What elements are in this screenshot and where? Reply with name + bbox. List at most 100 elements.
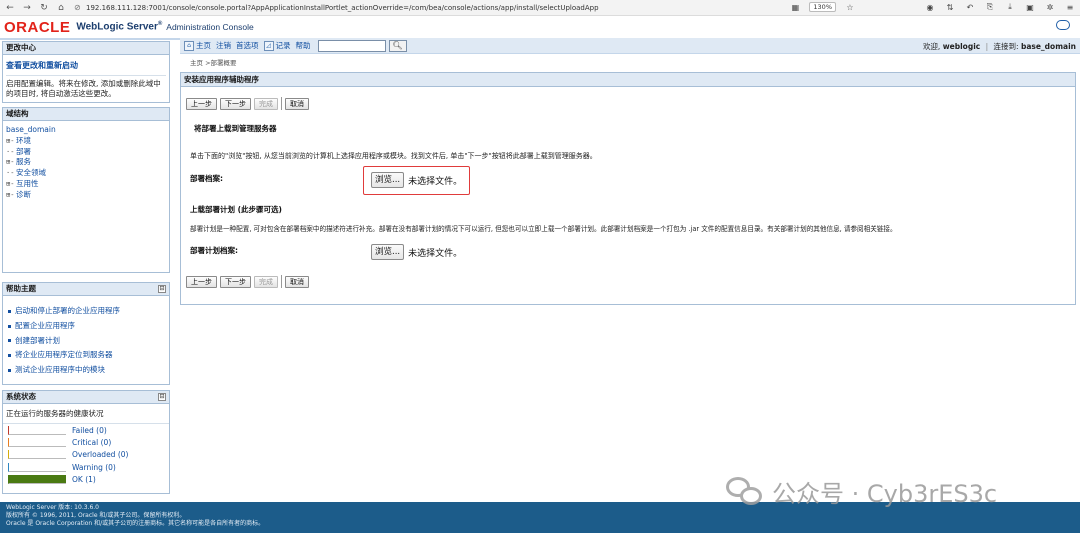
tree-item-label[interactable]: 环境 [16, 136, 31, 147]
tree-branch-icon: ·- [6, 169, 15, 178]
connected-prefix: 连接到: [993, 42, 1019, 51]
plan-description: 部署计划是一种配置, 可对包含在部署档案中的描述符进行补充。部署在没有部署计划的… [190, 225, 897, 233]
cancel-button[interactable]: 取消 [285, 275, 309, 288]
help-link-label[interactable]: 配置企业应用程序 [15, 319, 75, 334]
menu-icon[interactable]: ≡ [1064, 1, 1076, 13]
home-link[interactable]: 主页 [196, 40, 211, 51]
help-link-label[interactable]: 将企业应用程序定位到服务器 [15, 348, 113, 363]
expand-icon[interactable]: ⊞- [6, 157, 16, 168]
next-button[interactable]: 下一步 [220, 275, 251, 288]
tree-root-base-domain[interactable]: base_domain [6, 125, 166, 136]
home-icon[interactable]: ⌂ [54, 1, 68, 15]
assistant-title: 安装应用程序辅助程序 [181, 73, 1075, 87]
product-name: WebLogic Server® [76, 21, 162, 32]
back-button[interactable]: 上一步 [186, 275, 217, 288]
download-icon[interactable]: ⤓ [1004, 1, 1016, 13]
plan-file-input[interactable]: 浏览... 未选择文件。 [371, 244, 462, 260]
tree-item-deployments[interactable]: ·- 部署 [6, 147, 166, 158]
collapse-icon[interactable]: ⊟ [158, 285, 166, 293]
search-button[interactable]: 🔍︎ [388, 39, 407, 52]
health-label[interactable]: Failed (0) [72, 426, 107, 435]
account-icon[interactable]: ◉ [924, 1, 936, 13]
tree-branch-icon: ·- [6, 147, 15, 156]
file-status: 未选择文件。 [408, 248, 463, 259]
cancel-button[interactable]: 取消 [285, 97, 309, 110]
tree-item-security-realms[interactable]: ·- 安全领域 [6, 168, 166, 179]
help-topics-title: 帮助主题 [6, 284, 36, 293]
tree-item-label[interactable]: 服务 [16, 157, 31, 168]
view-changes-link[interactable]: 查看更改和重新启动 [6, 60, 166, 71]
help-link-label[interactable]: 启动和停止部署的企业应用程序 [15, 304, 120, 319]
health-label[interactable]: Overloaded (0) [72, 450, 128, 459]
browse-button[interactable]: 浏览... [371, 244, 405, 260]
system-status-panel: 系统状态 ⊟ 正在运行的服务器的健康状况 Failed (0) Critical… [2, 390, 170, 494]
preferences-link[interactable]: 首选项 [236, 40, 259, 51]
logout-link[interactable]: 注销 [216, 40, 231, 51]
record-link[interactable]: 记录 [276, 40, 291, 51]
divider: | [985, 42, 989, 51]
expand-icon[interactable]: ⊞- [6, 179, 16, 190]
puzzle-icon[interactable]: ✲ [1044, 1, 1056, 13]
undo-icon[interactable]: ↶ [964, 1, 976, 13]
watermark-text: 公众号 · Cyb3rES3c [772, 480, 998, 508]
home-icon[interactable]: ⌂ [184, 40, 194, 51]
plan-label: 部署计划档案: [190, 246, 238, 255]
finish-button[interactable]: 完成 [254, 275, 278, 288]
tree-item-interoperability[interactable]: ⊞- 互用性 [6, 179, 166, 190]
domain-name: base_domain [1020, 42, 1076, 51]
record-icon[interactable]: ◿ [263, 40, 274, 51]
address-bar[interactable]: ⊘ 192.168.111.128:7001/console/console.p… [74, 1, 754, 15]
tree-item-services[interactable]: ⊞- 服务 [6, 157, 166, 168]
share-icon[interactable]: ⎘ [984, 1, 996, 13]
tree-item-label[interactable]: 部署 [16, 147, 31, 158]
help-topics-header: 帮助主题 ⊟ [3, 283, 169, 296]
console-toolbar: ⌂ 主页 注销 首选项 ◿ 记录 帮助 🔍︎ 欢迎, weblogic | 连接… [180, 38, 1080, 54]
help-link[interactable]: 配置企业应用程序 [8, 319, 165, 334]
page-info-icon[interactable]: ⊘ [74, 3, 86, 12]
bullet-icon [8, 339, 11, 343]
domain-structure-panel: 域结构 base_domain ⊞- 环境 ·- 部署 ⊞- 服务 ·- 安全领域 ⊞-… [2, 107, 170, 273]
help-link[interactable]: 测试企业应用程序中的模块 [8, 363, 165, 378]
help-link[interactable]: 帮助 [296, 40, 311, 51]
health-label[interactable]: Warning (0) [72, 463, 116, 472]
help-link[interactable]: 启动和停止部署的企业应用程序 [8, 304, 165, 319]
breadcrumb[interactable]: 主页 >部署概要 [190, 57, 237, 67]
bookmark-star-icon[interactable]: ☆ [844, 1, 856, 13]
button-divider [281, 275, 282, 288]
reload-icon[interactable]: ↻ [37, 1, 51, 15]
url-text[interactable]: 192.168.111.128:7001/console/console.por… [86, 4, 599, 12]
health-bar [8, 425, 66, 435]
help-link-label[interactable]: 测试企业应用程序中的模块 [15, 363, 105, 378]
username: weblogic [942, 42, 981, 51]
expand-icon[interactable]: ⊞- [6, 136, 16, 147]
health-label[interactable]: Critical (0) [72, 438, 111, 447]
tree-root-label[interactable]: base_domain [6, 125, 56, 136]
tree-item-label[interactable]: 互用性 [16, 179, 39, 190]
extensions-icon[interactable]: ⇅ [944, 1, 956, 13]
help-link-label[interactable]: 创建部署计划 [15, 334, 60, 349]
health-row-critical: Critical (0) [3, 436, 169, 448]
back-arrow-icon[interactable]: ← [3, 1, 17, 15]
health-label[interactable]: OK (1) [72, 475, 96, 484]
back-button[interactable]: 上一步 [186, 97, 217, 110]
tree-item-label[interactable]: 安全领域 [16, 168, 46, 179]
welcome-area: 欢迎, weblogic | 连接到: base_domain [923, 41, 1076, 52]
highlight-annotation [363, 166, 470, 195]
system-status-title: 系统状态 [6, 392, 36, 401]
expand-icon[interactable]: ⊞- [6, 190, 16, 201]
zoom-level[interactable]: 130% [809, 2, 836, 12]
collapse-icon[interactable]: ⊟ [158, 393, 166, 401]
bullet-icon [8, 369, 11, 373]
help-link[interactable]: 创建部署计划 [8, 334, 165, 349]
tree-item-diagnostics[interactable]: ⊞- 诊断 [6, 190, 166, 201]
next-button[interactable]: 下一步 [220, 97, 251, 110]
extension-badge-icon[interactable]: ▣ [1024, 1, 1036, 13]
tree-item-environment[interactable]: ⊞- 环境 [6, 136, 166, 147]
help-link[interactable]: 将企业应用程序定位到服务器 [8, 348, 165, 363]
help-topics-panel: 帮助主题 ⊟ 启动和停止部署的企业应用程序 配置企业应用程序 创建部署计划 将企… [2, 282, 170, 385]
tree-item-label[interactable]: 诊断 [16, 190, 31, 201]
qr-code-icon[interactable]: ▦ [789, 1, 801, 13]
search-input[interactable] [317, 39, 386, 52]
finish-button[interactable]: 完成 [254, 97, 278, 110]
forward-arrow-icon[interactable]: → [20, 1, 34, 15]
